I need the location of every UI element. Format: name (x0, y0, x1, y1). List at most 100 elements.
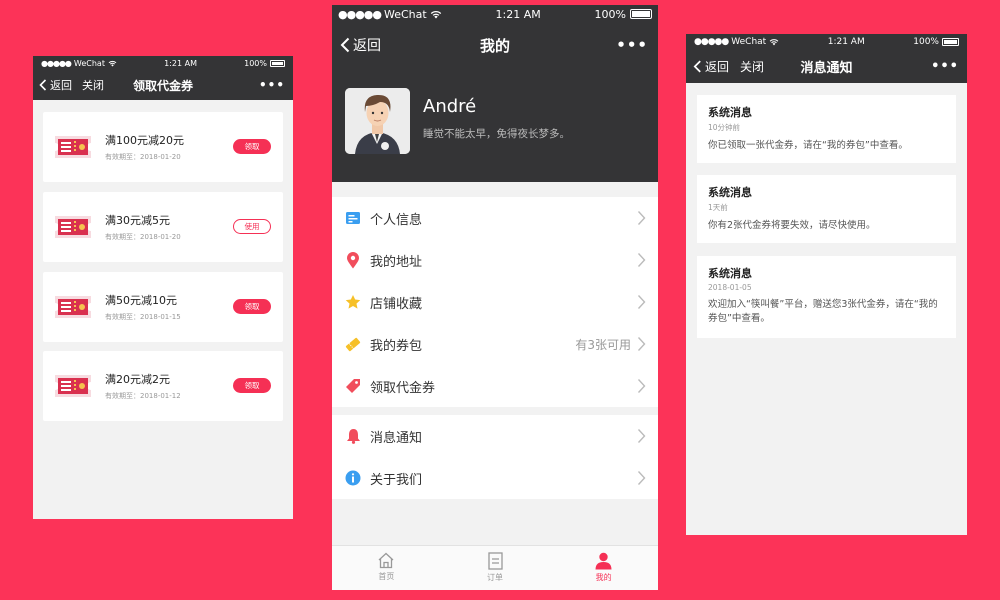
coupon-expiry: 有效期至：2018-01-20 (105, 153, 181, 161)
tab-bar: 首页 订单 我的 (332, 545, 658, 590)
more-button[interactable]: ••• (931, 59, 959, 74)
info-icon (345, 470, 361, 486)
menu-item-personal-info[interactable]: 个人信息 (332, 197, 658, 239)
back-label: 返回 (50, 79, 72, 92)
claim-button[interactable]: 领取 (233, 299, 271, 314)
wifi-icon (108, 60, 117, 66)
ticket-icon (53, 373, 93, 403)
tab-label: 订单 (487, 573, 503, 582)
back-label: 返回 (705, 60, 730, 74)
more-button[interactable]: ••• (616, 36, 648, 54)
coupon-screen: ●●●●● WeChat 1:21 AM 100% 返回 关闭 领取代金券 ••… (33, 56, 293, 519)
home-icon (378, 552, 394, 569)
signal-icon: ●●●●● (338, 7, 382, 21)
coupon-expiry: 有效期至：2018-01-20 (105, 233, 181, 241)
chevron-left-icon (693, 60, 701, 73)
message-card[interactable]: 系统消息 2018-01-05 欢迎加入“筷叫餐”平台，赠送您3张代金券，请在“… (697, 256, 956, 338)
battery-icon (941, 38, 959, 46)
message-title: 系统消息 (708, 106, 752, 119)
message-time: 2018-01-05 (708, 283, 752, 292)
status-bar: ●●●●● WeChat 1:21 AM 100% (332, 5, 658, 23)
signal-icon: ●●●●● (41, 58, 72, 68)
chevron-left-icon (39, 79, 47, 91)
page-title: 领取代金券 (132, 78, 193, 93)
coupon-card: 满30元减5元 有效期至：2018-01-20 使用 (43, 192, 283, 262)
carrier-label: WeChat (384, 7, 427, 21)
coupon-expiry: 有效期至：2018-01-15 (105, 313, 181, 321)
avatar[interactable] (345, 88, 410, 154)
signal-icon: ●●●●● (694, 37, 729, 47)
coupon-wallet-icon (345, 336, 361, 352)
location-pin-icon (345, 251, 361, 268)
ticket-icon (53, 214, 93, 244)
message-card[interactable]: 系统消息 10分钟前 你已领取一张代金券，请在“我的券包”中查看。 (697, 95, 956, 163)
bell-icon (345, 428, 361, 444)
menu-item-label: 我的券包 (370, 338, 423, 354)
close-button[interactable]: 关闭 (740, 58, 764, 75)
wifi-icon (769, 39, 779, 46)
chevron-right-icon (637, 471, 646, 485)
menu-item-label: 我的地址 (370, 254, 423, 270)
tab-label: 首页 (378, 572, 395, 581)
use-button[interactable]: 使用 (233, 219, 271, 234)
tab-home[interactable]: 首页 (332, 546, 441, 590)
star-icon (345, 294, 361, 310)
nav-bar: 返回 我的 ••• (332, 23, 658, 67)
status-bar: ●●●●● WeChat 1:21 AM 100% (686, 34, 967, 50)
tab-orders[interactable]: 订单 (441, 546, 550, 590)
back-button[interactable]: 返回 (39, 77, 72, 93)
menu-item-coupon-wallet[interactable]: 我的券包 有3张可用 (332, 323, 658, 365)
menu-item-about[interactable]: 关于我们 (332, 457, 658, 499)
profile-card-icon (345, 210, 361, 226)
coupon-title: 满50元减10元 (105, 294, 177, 307)
tab-mine[interactable]: 我的 (549, 546, 658, 590)
profile-name: André (423, 96, 477, 117)
coupon-expiry: 有效期至：2018-01-12 (105, 392, 181, 400)
chevron-right-icon (637, 429, 646, 443)
message-body: 你已领取一张代金券，请在“我的券包”中查看。 (708, 140, 908, 151)
nav-bar: 返回 关闭 领取代金券 ••• (33, 70, 293, 100)
profile-signature: 睡觉不能太早，免得夜长梦多。 (423, 128, 570, 140)
claim-button[interactable]: 领取 (233, 139, 271, 154)
chevron-right-icon (637, 295, 646, 309)
battery-percent: 100% (244, 58, 267, 68)
status-bar: ●●●●● WeChat 1:21 AM 100% (33, 56, 293, 70)
menu-group-account: 个人信息 我的地址 店铺收藏 我的券包 有3张可用 领取代金券 (332, 197, 658, 407)
profile-screen: ●●●●● WeChat 1:21 AM 100% 返回 我的 ••• Andr… (332, 5, 658, 590)
more-button[interactable]: ••• (259, 78, 285, 92)
message-body: 欢迎加入“筷叫餐”平台，赠送您3张代金券，请在“我的券包”中查看。 (708, 299, 938, 324)
menu-item-favorites[interactable]: 店铺收藏 (332, 281, 658, 323)
back-button[interactable]: 返回 (693, 58, 729, 75)
chevron-right-icon (637, 337, 646, 351)
battery-percent: 100% (594, 7, 626, 21)
carrier-label: WeChat (731, 37, 767, 47)
back-button[interactable]: 返回 (340, 35, 381, 55)
menu-item-label: 领取代金券 (370, 380, 436, 396)
close-button[interactable]: 关闭 (82, 77, 104, 93)
battery-icon (269, 59, 285, 67)
message-body: 你有2张代金券将要失效，请尽快使用。 (708, 220, 876, 231)
claim-button[interactable]: 领取 (233, 378, 271, 393)
coupon-card: 满20元减2元 有效期至：2018-01-12 领取 (43, 351, 283, 421)
coupon-card: 满100元减20元 有效期至：2018-01-20 领取 (43, 112, 283, 182)
menu-item-address[interactable]: 我的地址 (332, 239, 658, 281)
profile-header: André 睡觉不能太早，免得夜长梦多。 (332, 67, 658, 182)
user-icon (595, 552, 612, 570)
messages-screen: ●●●●● WeChat 1:21 AM 100% 返回 关闭 消息通知 •••… (686, 34, 967, 535)
chevron-right-icon (637, 379, 646, 393)
carrier-label: WeChat (73, 58, 105, 68)
message-title: 系统消息 (708, 267, 752, 280)
menu-item-get-coupons[interactable]: 领取代金券 (332, 365, 658, 407)
menu-item-label: 店铺收藏 (370, 296, 423, 312)
coupon-card: 满50元减10元 有效期至：2018-01-15 领取 (43, 272, 283, 342)
order-icon (487, 552, 503, 570)
menu-item-label: 个人信息 (370, 212, 423, 228)
battery-icon (629, 9, 652, 19)
menu-item-label: 消息通知 (370, 430, 423, 446)
message-card[interactable]: 系统消息 1天前 你有2张代金券将要失效，请尽快使用。 (697, 175, 956, 243)
ticket-icon (53, 294, 93, 324)
coupon-title: 满30元减5元 (105, 214, 170, 227)
menu-group-info: 消息通知 关于我们 (332, 415, 658, 499)
wifi-icon (430, 10, 441, 18)
menu-item-notifications[interactable]: 消息通知 (332, 415, 658, 457)
